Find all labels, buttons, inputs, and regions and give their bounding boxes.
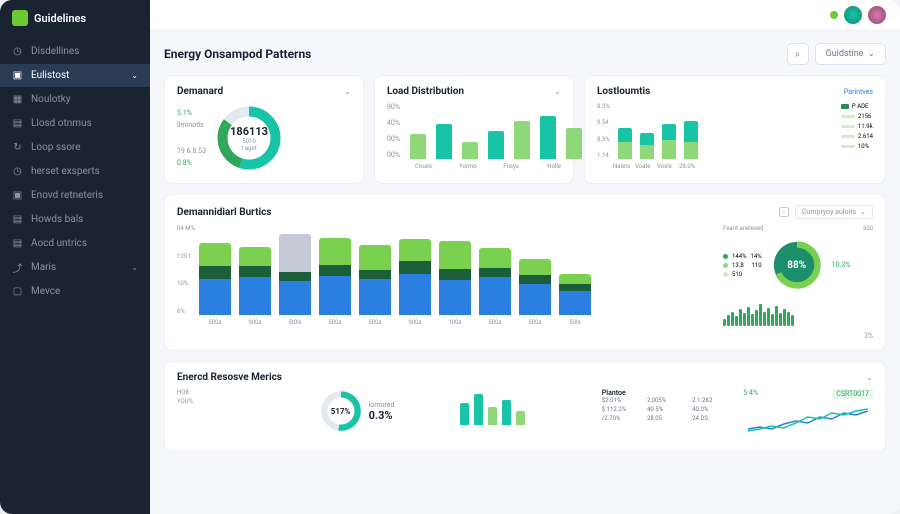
- chevron-down-icon[interactable]: ⌄: [866, 373, 873, 382]
- sidebar-item-8[interactable]: ▤Aocd untrics: [0, 232, 150, 255]
- bursts-title: Demannidiarl Burtics: [177, 207, 271, 218]
- sidebar-item-3[interactable]: ▤Llosd otnmus: [0, 112, 150, 135]
- resolve-line-chart: [743, 399, 873, 439]
- avatar-2[interactable]: [868, 6, 886, 24]
- demand-kpi-a: 19 6.8.53: [177, 147, 206, 155]
- bursts-card: Demannidiarl Burtics ↑ Compryoy auloits⌄…: [164, 194, 886, 351]
- grid-icon: ▦: [12, 94, 23, 105]
- bursts-mini-donut: 88%: [770, 238, 824, 292]
- demand-title: Demanard: [177, 86, 223, 97]
- clock-icon: ◷: [12, 46, 23, 57]
- sidebar-item-2[interactable]: ▦Noulotky: [0, 88, 150, 111]
- demand-donut: 186113 5010 t aget: [214, 103, 284, 173]
- page-icon: ▢: [12, 286, 23, 297]
- resolve-card: Enercd Resosve Merics ⌄ HO8YOU% 517% lomo…: [164, 361, 886, 452]
- search-icon: ⌕: [795, 49, 801, 60]
- demand-donut-sub: 5010: [242, 138, 256, 145]
- chevron-down-icon: ⌄: [131, 71, 138, 80]
- lost-card: Lostloumtis Parintves 8.3%9.548.3%1.14: [584, 75, 886, 184]
- topbar: [150, 0, 900, 31]
- sidebar-nav: ◷Disdellines ▣Eulistost⌄ ▦Noulotky ▤Llos…: [0, 36, 150, 307]
- load-yaxis: 90%40%00%00%: [387, 103, 400, 159]
- list-icon: ▤: [12, 238, 23, 249]
- logo-icon: [12, 10, 28, 26]
- sidebar-item-10[interactable]: ▢Mevce: [0, 280, 150, 303]
- bursts-sub-pct: 10.3%: [832, 261, 851, 269]
- resolve-donut-card: 517% lomored0.3%: [319, 389, 449, 441]
- sidebar-item-7[interactable]: ▤Howds bals: [0, 208, 150, 231]
- side-kpis: 144%14% 13.8110 510: [723, 253, 762, 278]
- chevron-down-icon[interactable]: ⌄: [344, 87, 351, 96]
- status-dot-icon: [830, 11, 838, 19]
- demand-kpi-b: 0.8%: [177, 159, 206, 167]
- resolve-bars-card: [460, 389, 590, 441]
- demand-donut-foot: t aget: [241, 145, 256, 152]
- avatar-1[interactable]: [844, 6, 862, 24]
- guideline-dropdown[interactable]: Guidstine⌄: [815, 43, 886, 65]
- sidebar-item-5[interactable]: ◷herset exsperts: [0, 160, 150, 183]
- brand-name: Guidelines: [34, 12, 86, 25]
- chevron-down-icon: ⌄: [867, 49, 875, 59]
- bursts-filter-dropdown[interactable]: Compryoy auloits⌄: [795, 205, 873, 219]
- sidebar-item-9[interactable]: ⤴Maris⌄: [0, 256, 150, 279]
- demand-donut-value: 186113: [230, 125, 268, 138]
- chevron-down-icon: ⌄: [131, 263, 138, 272]
- sidebar-item-0[interactable]: ◷Disdellines: [0, 40, 150, 63]
- demand-kpi-note: llminotls: [177, 121, 206, 129]
- spark-label: 3%: [723, 332, 873, 340]
- demand-kpi-pct: 5.1%: [177, 109, 206, 117]
- clock-icon: ◷: [12, 166, 23, 177]
- resolve-line-card: 5:4%CSRT0017: [743, 389, 873, 441]
- load-title: Load Distribution: [387, 86, 464, 97]
- main-content: Energy Onsampod Patterns ⌕ Guidstine⌄ De…: [150, 0, 900, 514]
- lost-legend: P ADE 2156 11.9k 2.614 10%: [841, 103, 873, 159]
- lost-title: Lostloumtis: [597, 86, 650, 97]
- layers-icon: ▤: [12, 118, 23, 129]
- load-xaxis: CouesYormoFosysHolle: [387, 163, 561, 170]
- loop-icon: ↻: [12, 142, 23, 153]
- load-bars: [410, 103, 608, 159]
- chevron-down-icon[interactable]: ⌄: [554, 87, 561, 96]
- box-icon: ▣: [12, 70, 23, 81]
- load-card: Load Distribution ⌄ 90%40%00%00%: [374, 75, 574, 184]
- chart-icon: ⤴: [12, 262, 23, 273]
- brand-logo: Guidelines: [0, 0, 150, 36]
- bursts-yaxis: 04 M%125 t10%6%: [177, 225, 195, 315]
- search-button[interactable]: ⌕: [787, 43, 809, 65]
- bursts-xaxis: 500s900s5t0ls500s500s900s100s500s500s50l…: [199, 319, 713, 326]
- side-title: Feant anelesed: [723, 225, 764, 232]
- resolve-title: Enercd Resosve Merics: [177, 372, 282, 383]
- sidebar-item-6[interactable]: ▣Enovd retneteris: [0, 184, 150, 207]
- sidebar-item-1[interactable]: ▣Eulistost⌄: [0, 64, 150, 87]
- resolve-table-card: Plantoe $2.01%2,005%2 1.2K2 $ 112.2%40.5…: [602, 389, 732, 441]
- lost-bars: [618, 103, 698, 159]
- page-title: Energy Onsampod Patterns: [164, 47, 311, 61]
- lost-xaxis: NaletsVoateVosle28.0%: [597, 163, 873, 170]
- bursts-sparkline: [723, 302, 873, 326]
- lost-yaxis: 8.3%9.548.3%1.14: [597, 103, 610, 159]
- params-link[interactable]: Parintves: [844, 88, 873, 96]
- sidebar: Guidelines ◷Disdellines ▣Eulistost⌄ ▦Nou…: [0, 0, 150, 514]
- bursts-bars: [199, 225, 713, 315]
- sidebar-item-4[interactable]: ↻Loop ssore: [0, 136, 150, 159]
- chevron-down-icon: ⌄: [860, 208, 866, 216]
- doc-icon: ▤: [12, 214, 23, 225]
- shield-icon: ↑: [779, 207, 789, 217]
- resolve-m1: HO8YOU%: [177, 389, 307, 441]
- demand-card: Demanard ⌄ 5.1% llminotls 19 6.8.53 0.8%: [164, 75, 364, 184]
- side-title-val: 500: [863, 225, 873, 232]
- shield-icon: ▣: [12, 190, 23, 201]
- bursts-donut-pct: 88%: [770, 238, 824, 292]
